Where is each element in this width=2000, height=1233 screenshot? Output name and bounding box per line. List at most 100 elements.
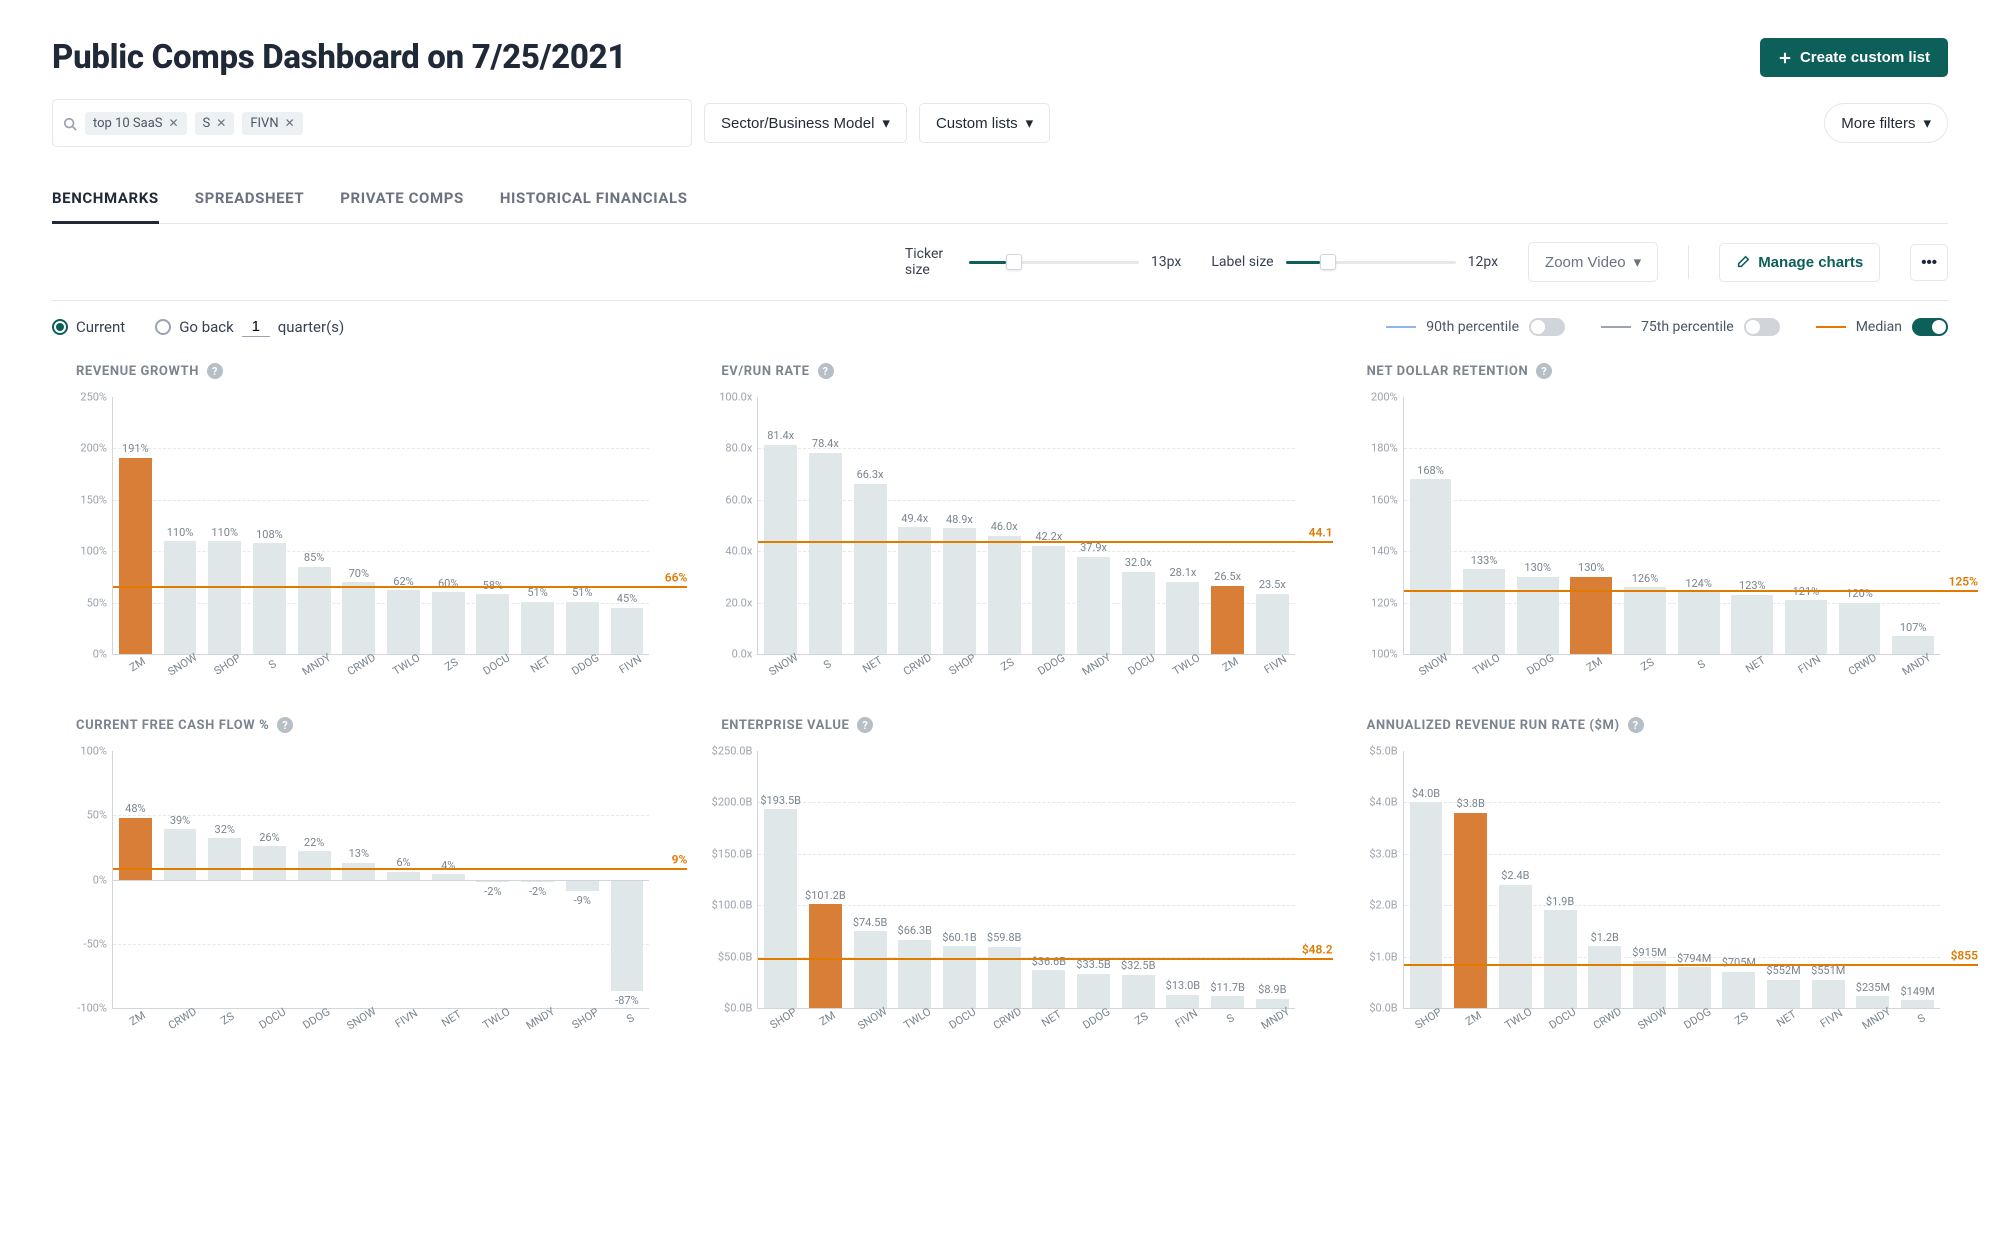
bar-DOCU[interactable] [943,946,976,1008]
bar-DDOG[interactable] [1077,974,1110,1008]
radio-current[interactable]: Current [52,318,125,336]
bar-S[interactable] [1901,1000,1934,1008]
help-icon[interactable]: ? [857,717,873,733]
bar-TWLO[interactable] [387,590,420,654]
bar-DOCU[interactable] [1122,572,1155,654]
bar-ZS[interactable] [1122,975,1155,1008]
bar-FIVN[interactable] [1812,980,1845,1008]
chip-remove-icon[interactable]: ✕ [168,116,178,130]
tab-private-comps[interactable]: PRIVATE COMPS [340,177,464,224]
bar-MNDY[interactable] [298,567,331,654]
bar-NET[interactable] [521,602,554,654]
bar-MNDY[interactable] [1892,636,1934,654]
sector-dropdown[interactable]: Sector/Business Model ▾ [704,103,907,143]
bar-ZS[interactable] [1624,587,1666,654]
bar-FIVN[interactable] [1785,600,1827,654]
x-tick-label: SNOW [345,1005,379,1033]
bar-TWLO[interactable] [898,940,931,1008]
bar-ZM[interactable] [119,818,152,880]
toggle-p75[interactable] [1744,318,1780,336]
bar-DOCU[interactable] [476,594,509,654]
more-filters-button[interactable]: More filters ▾ [1824,103,1948,143]
bar-DDOG[interactable] [1517,577,1559,654]
manage-charts-button[interactable]: Manage charts [1719,243,1880,282]
tab-spreadsheet[interactable]: SPREADSHEET [195,177,305,224]
bar-CRWD[interactable] [898,527,931,654]
bar-FIVN[interactable] [387,872,420,880]
company-dropdown[interactable]: Zoom Video ▾ [1528,242,1658,282]
bar-CRWD[interactable] [988,947,1021,1008]
bar-S[interactable] [1211,996,1244,1008]
bar-TWLO[interactable] [1166,582,1199,654]
filter-chip[interactable]: top 10 SaaS✕ [85,112,187,135]
bar-SHOP[interactable] [764,809,797,1008]
create-custom-list-button[interactable]: Create custom list [1760,38,1948,77]
bar-CRWD[interactable] [1839,603,1881,654]
help-icon[interactable]: ? [277,717,293,733]
bar-CRWD[interactable] [164,829,197,879]
bar-NET[interactable] [1032,970,1065,1008]
x-tick-label: SNOW [856,1005,890,1033]
custom-lists-dropdown[interactable]: Custom lists ▾ [919,103,1050,143]
bar-ZS[interactable] [208,838,241,879]
search-input[interactable] [311,114,681,132]
ticker-size-slider[interactable] [969,254,1139,270]
bar-DOCU[interactable] [253,846,286,879]
help-icon[interactable]: ? [1536,363,1552,379]
help-icon[interactable]: ? [1628,717,1644,733]
bar-ZS[interactable] [988,536,1021,654]
search-box[interactable]: top 10 SaaS✕ S✕ FIVN✕ [52,99,692,147]
bar-SNOW[interactable] [854,931,887,1008]
help-icon[interactable]: ? [207,363,223,379]
bar-NET[interactable] [854,484,887,654]
more-actions-button[interactable]: ••• [1910,244,1948,281]
bar-TWLO[interactable] [1499,885,1532,1008]
bar-TWLO[interactable] [1463,569,1505,654]
bar-S[interactable] [253,543,286,654]
bar-CRWD[interactable] [342,582,375,654]
bar-SHOP[interactable] [566,880,599,892]
bar-FIVN[interactable] [611,608,644,654]
bar-SNOW[interactable] [1410,479,1452,654]
chip-remove-icon[interactable]: ✕ [285,116,295,130]
bar-S[interactable] [809,453,842,654]
label-size-slider[interactable] [1286,254,1456,270]
quarters-input[interactable] [242,317,270,337]
filter-chip[interactable]: S✕ [195,112,235,135]
bar-ZM[interactable] [119,458,152,654]
tab-benchmarks[interactable]: BENCHMARKS [52,177,159,224]
toggle-median[interactable] [1912,318,1948,336]
filter-chip[interactable]: FIVN✕ [242,112,302,135]
bar-DOCU[interactable] [1544,910,1577,1008]
bar-ZM[interactable] [1454,813,1487,1008]
radio-go-back[interactable]: Go back quarter(s) [155,317,344,337]
toggle-p90[interactable] [1529,318,1565,336]
bar-DDOG[interactable] [566,602,599,654]
help-icon[interactable]: ? [818,363,834,379]
bar-S[interactable] [611,880,644,992]
bar-SHOP[interactable] [943,528,976,654]
bar-ZM[interactable] [1211,586,1244,654]
bar-FIVN[interactable] [1166,995,1199,1008]
bar-SHOP[interactable] [208,541,241,654]
bar-NET[interactable] [1767,980,1800,1008]
bar-MNDY[interactable] [1077,557,1110,654]
chip-remove-icon[interactable]: ✕ [216,116,226,130]
bar-SHOP[interactable] [1410,802,1443,1008]
bar-SNOW[interactable] [764,445,797,654]
bar-S[interactable] [1678,592,1720,654]
bar-SNOW[interactable] [342,863,375,880]
bar-DDOG[interactable] [298,851,331,879]
bar-FIVN[interactable] [1256,594,1289,654]
bar-NET[interactable] [1731,595,1773,654]
bar-ZM[interactable] [809,904,842,1008]
bar-ZS[interactable] [1722,972,1755,1008]
bar-SNOW[interactable] [164,541,197,654]
bar-CRWD[interactable] [1588,946,1621,1008]
bar-ZM[interactable] [1570,577,1612,654]
tab-historical-financials[interactable]: HISTORICAL FINANCIALS [500,177,688,224]
bar-DDOG[interactable] [1678,967,1711,1008]
bar-SNOW[interactable] [1633,961,1666,1008]
bar-DDOG[interactable] [1032,546,1065,654]
bar-ZS[interactable] [432,592,465,654]
